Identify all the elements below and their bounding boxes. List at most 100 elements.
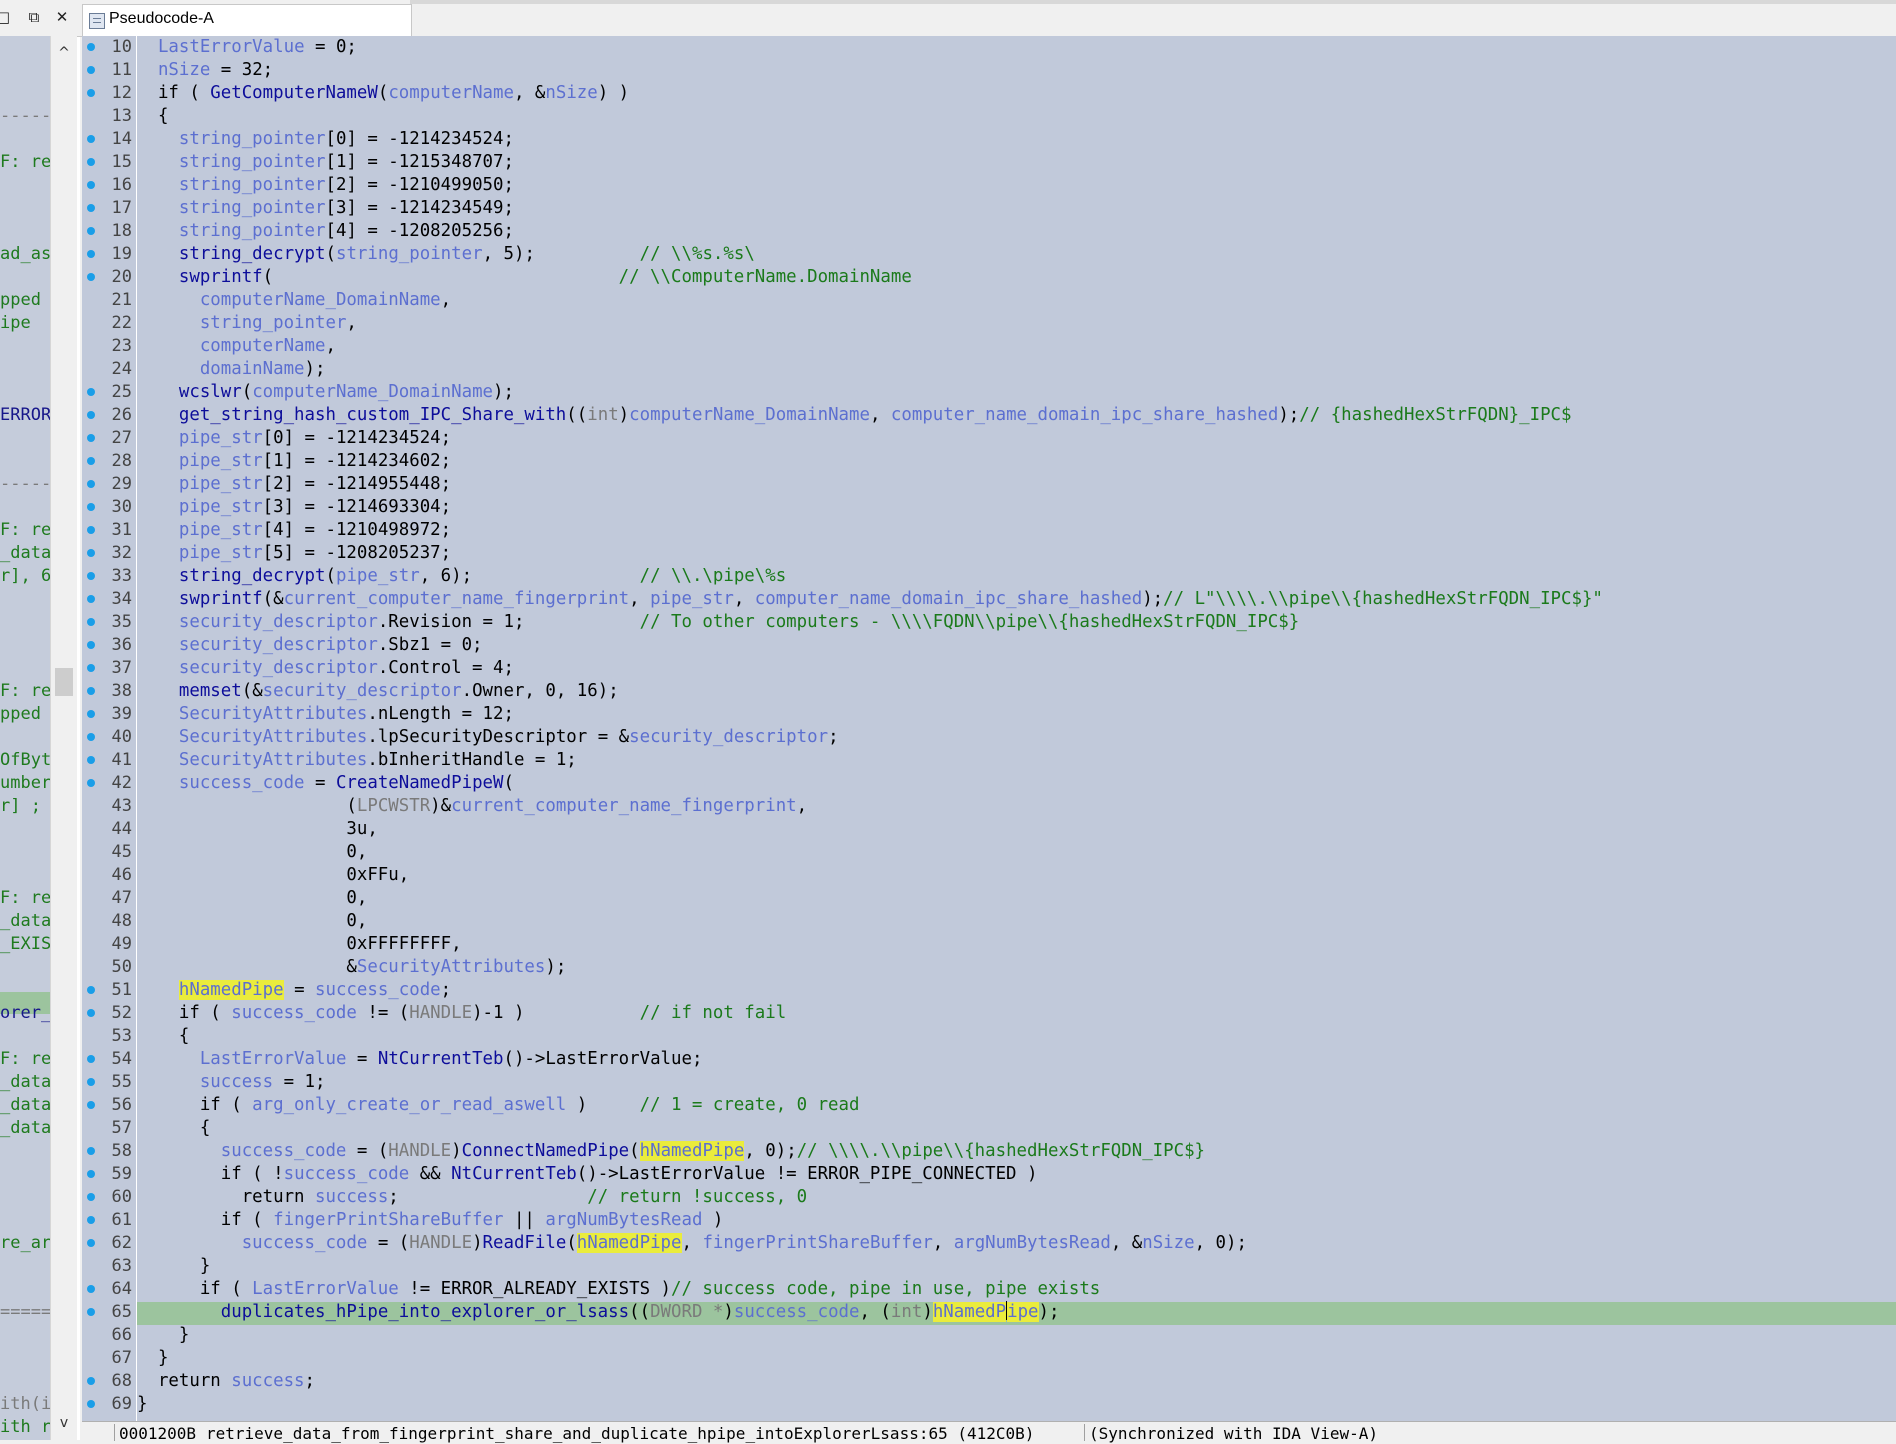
code-line[interactable]: 50 &SecurityAttributes); bbox=[82, 956, 1896, 979]
code-line[interactable]: 57 { bbox=[82, 1117, 1896, 1140]
code-line[interactable]: 11 nSize = 32; bbox=[82, 59, 1896, 82]
code-line[interactable]: 46 0xFFu, bbox=[82, 864, 1896, 887]
breakpoint-dot-icon[interactable] bbox=[87, 733, 95, 741]
code-line[interactable]: 51 hNamedPipe = success_code; bbox=[82, 979, 1896, 1002]
breakpoint-dot-icon[interactable] bbox=[87, 572, 95, 580]
code-line[interactable]: 42 success_code = CreateNamedPipeW( bbox=[82, 772, 1896, 795]
code-line[interactable]: 41 SecurityAttributes.bInheritHandle = 1… bbox=[82, 749, 1896, 772]
code-line[interactable]: 61 if ( fingerPrintShareBuffer || argNum… bbox=[82, 1209, 1896, 1232]
breakpoint-dot-icon[interactable] bbox=[87, 549, 95, 557]
code-line[interactable]: 45 0, bbox=[82, 841, 1896, 864]
code-line[interactable]: 19 string_decrypt(string_pointer, 5); //… bbox=[82, 243, 1896, 266]
code-line[interactable]: 25 wcslwr(computerName_DomainName); bbox=[82, 381, 1896, 404]
code-line[interactable]: 31 pipe_str[4] = -1210498972; bbox=[82, 519, 1896, 542]
code-line[interactable]: 53 { bbox=[82, 1025, 1896, 1048]
code-line[interactable]: 48 0, bbox=[82, 910, 1896, 933]
code-line[interactable]: 65 duplicates_hPipe_into_explorer_or_lsa… bbox=[82, 1301, 1896, 1324]
close-icon[interactable]: ✕ bbox=[53, 8, 71, 26]
code-line[interactable]: 14 string_pointer[0] = -1214234524; bbox=[82, 128, 1896, 151]
breakpoint-dot-icon[interactable] bbox=[87, 595, 95, 603]
code-line[interactable]: 62 success_code = (HANDLE)ReadFile(hName… bbox=[82, 1232, 1896, 1255]
scroll-down-arrow-icon[interactable]: v bbox=[51, 1410, 77, 1436]
breakpoint-dot-icon[interactable] bbox=[87, 1216, 95, 1224]
code-line[interactable]: 67 } bbox=[82, 1347, 1896, 1370]
breakpoint-dot-icon[interactable] bbox=[87, 986, 95, 994]
left-vertical-scrollbar[interactable]: ^ v bbox=[50, 36, 77, 1440]
code-line[interactable]: 47 0, bbox=[82, 887, 1896, 910]
code-line[interactable]: 52 if ( success_code != (HANDLE)-1 ) // … bbox=[82, 1002, 1896, 1025]
breakpoint-dot-icon[interactable] bbox=[87, 1055, 95, 1063]
code-line[interactable]: 12 if ( GetComputerNameW(computerName, &… bbox=[82, 82, 1896, 105]
breakpoint-dot-icon[interactable] bbox=[87, 480, 95, 488]
breakpoint-dot-icon[interactable] bbox=[87, 687, 95, 695]
code-line[interactable]: 20 swprintf( // \\ComputerName.DomainNam… bbox=[82, 266, 1896, 289]
breakpoint-dot-icon[interactable] bbox=[87, 1147, 95, 1155]
code-line[interactable]: 40 SecurityAttributes.lpSecurityDescript… bbox=[82, 726, 1896, 749]
code-line[interactable]: 15 string_pointer[1] = -1215348707; bbox=[82, 151, 1896, 174]
code-line[interactable]: 56 if ( arg_only_create_or_read_aswell )… bbox=[82, 1094, 1896, 1117]
maximize-icon[interactable]: ⧉ bbox=[25, 8, 43, 26]
breakpoint-dot-icon[interactable] bbox=[87, 1078, 95, 1086]
breakpoint-dot-icon[interactable] bbox=[87, 411, 95, 419]
breakpoint-dot-icon[interactable] bbox=[87, 388, 95, 396]
code-line[interactable]: 22 string_pointer, bbox=[82, 312, 1896, 335]
breakpoint-dot-icon[interactable] bbox=[87, 434, 95, 442]
breakpoint-dot-icon[interactable] bbox=[87, 250, 95, 258]
code-line[interactable]: 13 { bbox=[82, 105, 1896, 128]
code-line[interactable]: 37 security_descriptor.Control = 4; bbox=[82, 657, 1896, 680]
code-line[interactable]: 21 computerName_DomainName, bbox=[82, 289, 1896, 312]
breakpoint-dot-icon[interactable] bbox=[87, 618, 95, 626]
code-line[interactable]: 36 security_descriptor.Sbz1 = 0; bbox=[82, 634, 1896, 657]
code-line[interactable]: 60 return success; // return !success, 0 bbox=[82, 1186, 1896, 1209]
breakpoint-dot-icon[interactable] bbox=[87, 66, 95, 74]
breakpoint-dot-icon[interactable] bbox=[87, 1009, 95, 1017]
breakpoint-dot-icon[interactable] bbox=[87, 457, 95, 465]
breakpoint-dot-icon[interactable] bbox=[87, 1239, 95, 1247]
code-line[interactable]: 64 if ( LastErrorValue != ERROR_ALREADY_… bbox=[82, 1278, 1896, 1301]
breakpoint-dot-icon[interactable] bbox=[87, 43, 95, 51]
breakpoint-dot-icon[interactable] bbox=[87, 181, 95, 189]
code-line[interactable]: 68 return success; bbox=[82, 1370, 1896, 1393]
breakpoint-dot-icon[interactable] bbox=[87, 227, 95, 235]
breakpoint-dot-icon[interactable] bbox=[87, 1377, 95, 1385]
code-line[interactable]: 43 (LPCWSTR)&current_computer_name_finge… bbox=[82, 795, 1896, 818]
breakpoint-dot-icon[interactable] bbox=[87, 779, 95, 787]
code-line[interactable]: 44 3u, bbox=[82, 818, 1896, 841]
breakpoint-dot-icon[interactable] bbox=[87, 1170, 95, 1178]
breakpoint-dot-icon[interactable] bbox=[87, 158, 95, 166]
breakpoint-dot-icon[interactable] bbox=[87, 641, 95, 649]
breakpoint-dot-icon[interactable] bbox=[87, 1285, 95, 1293]
breakpoint-dot-icon[interactable] bbox=[87, 1308, 95, 1316]
code-line[interactable]: 55 success = 1; bbox=[82, 1071, 1896, 1094]
scroll-up-arrow-icon[interactable]: ^ bbox=[51, 40, 77, 66]
code-line[interactable]: 34 swprintf(&current_computer_name_finge… bbox=[82, 588, 1896, 611]
breakpoint-dot-icon[interactable] bbox=[87, 1400, 95, 1408]
code-line[interactable]: 28 pipe_str[1] = -1214234602; bbox=[82, 450, 1896, 473]
code-line[interactable]: 69} bbox=[82, 1393, 1896, 1416]
code-line[interactable]: 26 get_string_hash_custom_IPC_Share_with… bbox=[82, 404, 1896, 427]
pseudocode-editor[interactable]: 10 LastErrorValue = 0; 11 nSize = 32; 12 i… bbox=[82, 36, 1896, 1421]
scrollbar-thumb[interactable] bbox=[55, 668, 73, 696]
code-line[interactable]: 38 memset(&security_descriptor.Owner, 0,… bbox=[82, 680, 1896, 703]
code-line[interactable]: 39 SecurityAttributes.nLength = 12; bbox=[82, 703, 1896, 726]
code-line[interactable]: 35 security_descriptor.Revision = 1; // … bbox=[82, 611, 1896, 634]
code-line[interactable]: 23 computerName, bbox=[82, 335, 1896, 358]
breakpoint-dot-icon[interactable] bbox=[87, 756, 95, 764]
code-line[interactable]: 16 string_pointer[2] = -1210499050; bbox=[82, 174, 1896, 197]
code-line[interactable]: 59 if ( !success_code && NtCurrentTeb()-… bbox=[82, 1163, 1896, 1186]
breakpoint-dot-icon[interactable] bbox=[87, 710, 95, 718]
code-line[interactable]: 63 } bbox=[82, 1255, 1896, 1278]
code-line[interactable]: 30 pipe_str[3] = -1214693304; bbox=[82, 496, 1896, 519]
code-line[interactable]: 66 } bbox=[82, 1324, 1896, 1347]
breakpoint-dot-icon[interactable] bbox=[87, 1101, 95, 1109]
code-line[interactable]: 49 0xFFFFFFFF, bbox=[82, 933, 1896, 956]
breakpoint-dot-icon[interactable] bbox=[87, 1193, 95, 1201]
tab-pseudocode-a[interactable]: Pseudocode-A bbox=[82, 4, 412, 37]
code-line[interactable]: 24 domainName); bbox=[82, 358, 1896, 381]
breakpoint-dot-icon[interactable] bbox=[87, 273, 95, 281]
restore-icon[interactable]: □ bbox=[0, 8, 12, 26]
breakpoint-dot-icon[interactable] bbox=[87, 204, 95, 212]
breakpoint-dot-icon[interactable] bbox=[87, 135, 95, 143]
code-line[interactable]: 29 pipe_str[2] = -1214955448; bbox=[82, 473, 1896, 496]
code-line[interactable]: 58 success_code = (HANDLE)ConnectNamedPi… bbox=[82, 1140, 1896, 1163]
